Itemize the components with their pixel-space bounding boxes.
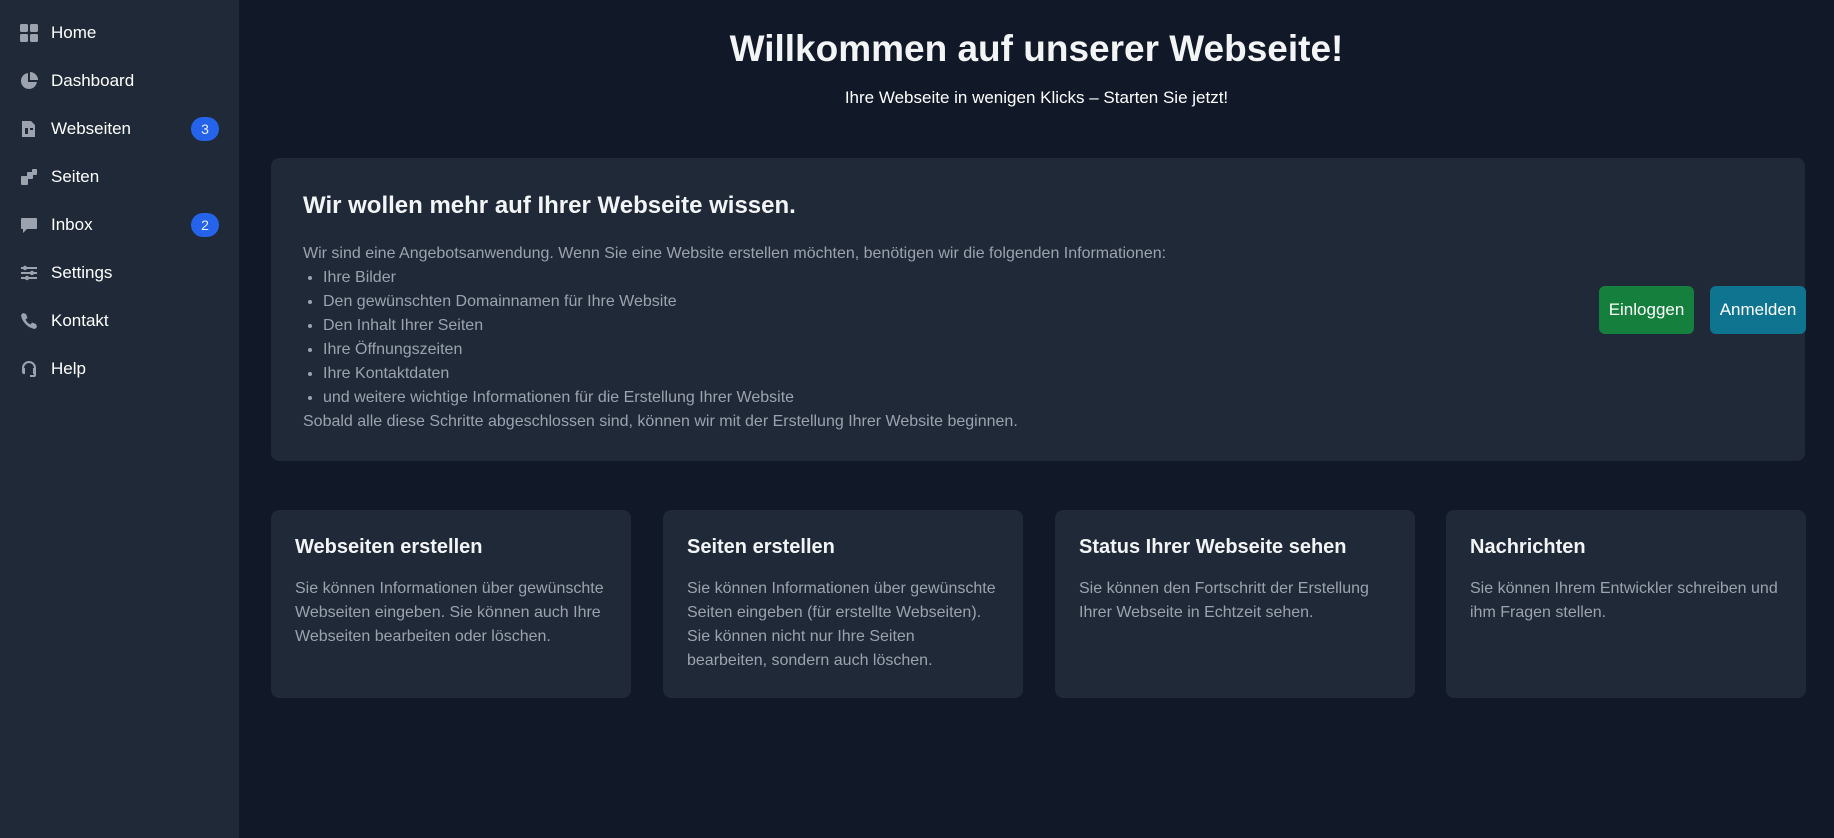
sidebar-item-kontakt[interactable]: Kontakt — [0, 297, 239, 345]
sidebar-item-label: Inbox — [51, 215, 93, 234]
list-item: Ihre Bilder — [323, 266, 1773, 290]
count-badge: 2 — [191, 213, 219, 237]
list-item: Ihre Kontaktdaten — [323, 362, 1773, 386]
headset-icon — [19, 359, 39, 379]
sidebar-item-home[interactable]: Home — [0, 9, 239, 57]
count-badge: 3 — [191, 117, 219, 141]
sidebar-item-webseiten[interactable]: Webseiten 3 — [0, 105, 239, 153]
grid-icon — [19, 23, 39, 43]
feature-title: Webseiten erstellen — [295, 536, 483, 558]
register-button[interactable]: Anmelden — [1710, 286, 1806, 334]
feature-text: Sie können den Fortschritt der Erstellun… — [1079, 580, 1369, 621]
sidebar-item-dashboard[interactable]: Dashboard — [0, 57, 239, 105]
feature-card-seiten: Seiten erstellen Sie können Informatione… — [663, 510, 1023, 698]
list-item: und weitere wichtige Informationen für d… — [323, 386, 1773, 410]
login-button[interactable]: Einloggen — [1599, 286, 1694, 334]
feature-text: Sie können Ihrem Entwickler schreiben un… — [1470, 580, 1778, 621]
feature-card-nachrichten: Nachrichten Sie können Ihrem Entwickler … — [1446, 510, 1806, 698]
feature-text: Sie können Informationen über gewünschte… — [295, 580, 604, 645]
feature-text: Sie können Informationen über gewünschte… — [687, 580, 996, 669]
feature-title: Nachrichten — [1470, 536, 1586, 558]
sidebar-item-settings[interactable]: Settings — [0, 249, 239, 297]
sidebar-item-label: Seiten — [51, 167, 100, 186]
list-item: Den gewünschten Domainnamen für Ihre Web… — [323, 290, 1773, 314]
page-title: Willkommen auf unserer Webseite! — [729, 28, 1344, 69]
sidebar-item-label: Home — [51, 23, 97, 42]
sliders-icon — [19, 263, 39, 283]
requirements-list: Ihre Bilder Den gewünschten Domainnamen … — [303, 266, 1773, 410]
sidebar-item-label: Dashboard — [51, 71, 135, 90]
list-item: Den Inhalt Ihrer Seiten — [323, 314, 1773, 338]
feature-card-webseiten: Webseiten erstellen Sie können Informati… — [271, 510, 631, 698]
pie-chart-icon — [19, 71, 39, 91]
feature-title: Status Ihrer Webseite sehen — [1079, 536, 1347, 558]
sidebar-item-inbox[interactable]: Inbox 2 — [0, 201, 239, 249]
sidebar-nav: Home Dashboard Webseiten 3 Seiten Inbox … — [0, 0, 239, 393]
sidebar-item-label: Kontakt — [51, 311, 109, 330]
sidebar-item-label: Settings — [51, 263, 113, 282]
sidebar: Home Dashboard Webseiten 3 Seiten Inbox … — [0, 0, 239, 838]
pages-icon — [19, 167, 39, 187]
sidebar-item-label: Webseiten — [51, 119, 132, 138]
phone-icon — [19, 311, 39, 331]
feature-title: Seiten erstellen — [687, 536, 835, 558]
info-intro: Wir sind eine Angebotsanwendung. Wenn Si… — [303, 245, 1167, 262]
feature-card-status: Status Ihrer Webseite sehen Sie können d… — [1055, 510, 1415, 698]
info-card: Wir wollen mehr auf Ihrer Webseite wisse… — [271, 158, 1806, 461]
page-subtitle: Ihre Webseite in wenigen Klicks – Starte… — [844, 88, 1229, 107]
sidebar-item-seiten[interactable]: Seiten — [0, 153, 239, 201]
chat-icon — [19, 215, 39, 235]
info-outro: Sobald alle diese Schritte abgeschlossen… — [303, 413, 1018, 430]
info-title: Wir wollen mehr auf Ihrer Webseite wisse… — [303, 192, 796, 219]
web-pages-icon — [19, 119, 39, 139]
sidebar-item-help[interactable]: Help — [0, 345, 239, 393]
sidebar-item-label: Help — [51, 359, 86, 378]
main-content: Willkommen auf unserer Webseite! Ihre We… — [239, 0, 1834, 838]
list-item: Ihre Öffnungszeiten — [323, 338, 1773, 362]
